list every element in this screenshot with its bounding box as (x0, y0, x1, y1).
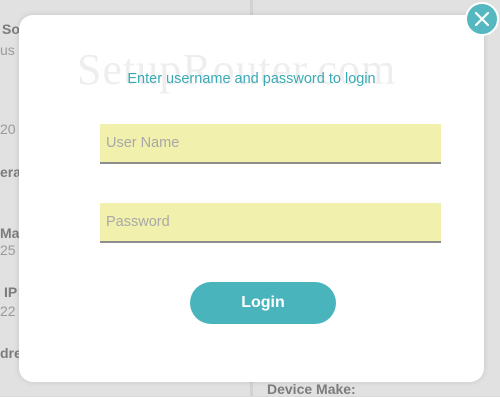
username-input[interactable] (100, 124, 441, 164)
dialog-title: Enter username and password to login (127, 71, 376, 87)
background-text-fragment: 22 (0, 303, 16, 319)
login-button[interactable]: Login (190, 282, 336, 324)
close-button[interactable] (465, 2, 499, 36)
background-text-fragment: us (0, 42, 15, 58)
background-text-fragment: 20 (0, 121, 16, 137)
close-icon (474, 11, 490, 27)
background-device-make-label: Device Make: (267, 381, 356, 397)
background-text-fragment: So (2, 21, 20, 37)
background-text-fragment: IP (4, 284, 18, 300)
login-dialog: SetupRouter.com Enter username and passw… (19, 15, 484, 382)
password-input[interactable] (100, 203, 441, 243)
background-text-fragment: era (0, 164, 22, 180)
watermark: SetupRouter.com (77, 45, 397, 94)
background-text-fragment: 25 (0, 242, 16, 258)
